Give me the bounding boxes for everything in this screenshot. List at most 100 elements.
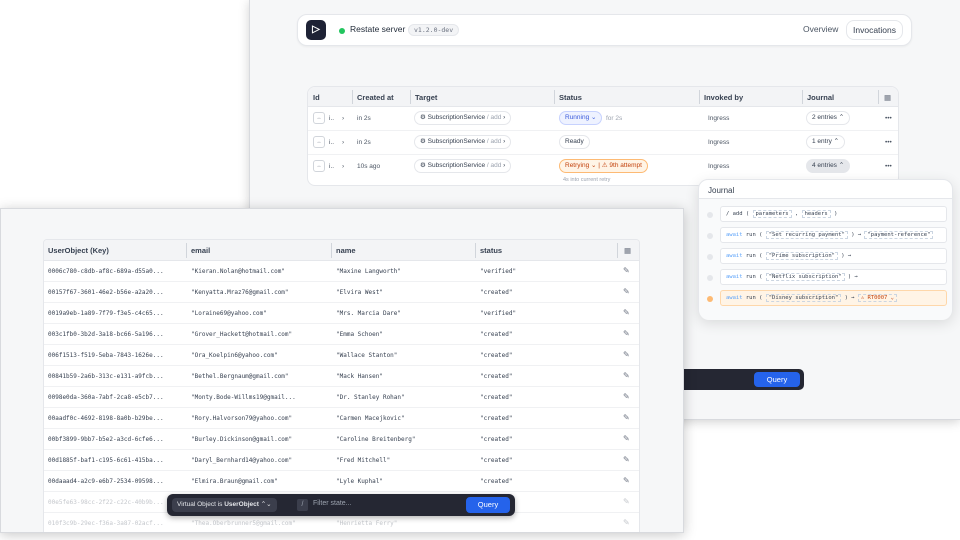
edit-icon[interactable]: ✎ [623,392,630,401]
table-row[interactable]: 0006c780-c8db-af8c-689a-d55a0... "Kieran.… [44,261,639,282]
cell-email: "Bethel.Bergnaum@gmail.com" [191,373,289,380]
more-icon[interactable]: ••• [885,163,892,170]
table-row[interactable]: 003c1fb0-3b2d-3a18-bc66-5a196... "Grover_… [44,324,639,345]
state-window: UserObject (Key) email name status ▦ 000… [0,208,684,533]
col-name[interactable]: name [336,246,356,255]
warning-icon: ⚠ [601,162,608,169]
expand-icon[interactable]: ↔ [313,112,325,124]
cell-key: 00841b59-2a6b-313c-e131-a9fcb... [48,373,164,380]
cell-email: "Kieran.Nolan@hotmail.com" [191,268,285,275]
filter-input[interactable]: Filter state... [313,500,352,507]
target-pill[interactable]: ⚙ SubscriptionService / add › [414,111,512,125]
created-at: 10s ago [357,163,381,170]
query-button[interactable]: Query [466,497,510,513]
edit-icon[interactable]: ✎ [623,266,630,275]
invocation-id[interactable]: i.. [329,139,334,146]
cell-status: "verified" [480,268,517,275]
col-status[interactable]: status [480,246,502,255]
col-email[interactable]: email [191,246,210,255]
target-pill[interactable]: ⚙ SubscriptionService / add › [414,135,512,149]
table-row[interactable]: 00d1885f-baf1-c195-6c61-415ba... "Daryl_B… [44,450,639,471]
col-status[interactable]: Status [559,93,582,102]
journal-entry-run[interactable]: await run ( "Netflix subscription" ) → [720,269,947,285]
table-row[interactable]: 0019a9eb-1a89-7f79-f3e5-c4c65... "Loraine… [44,303,639,324]
object-selector[interactable]: Virtual Object is UserObject ⌃⌄ [172,498,277,512]
invocation-row[interactable]: ↔ i.. › in 2s ⚙ SubscriptionService / ad… [308,107,898,131]
cell-name: "Maxine Langworth" [336,268,402,275]
table-row[interactable]: 006f1513-f519-5eba-7843-1626e... "Ora_Koe… [44,345,639,366]
edit-icon[interactable]: ✎ [623,413,630,422]
col-invoked-by[interactable]: Invoked by [704,93,743,102]
journal-entry-run[interactable]: await run ( "Prime subscription" ) → [720,248,947,264]
invocation-row[interactable]: ↔ i.. › in 2s ⚙ SubscriptionService / ad… [308,131,898,155]
invocation-id[interactable]: i.. [329,115,334,122]
edit-icon[interactable]: ✎ [623,497,630,506]
chevron-right-icon[interactable]: › [342,163,344,170]
edit-icon[interactable]: ✎ [623,476,630,485]
invocations-table-header: Id Created at Target Status Invoked by J… [308,87,898,107]
journal-pill[interactable]: 4 entries ⌃ [806,159,851,173]
nav-invocations[interactable]: Invocations [846,20,903,40]
cell-key: 00d1885f-baf1-c195-6c61-415ba... [48,457,164,464]
journal-dot [707,275,713,281]
stage: ▷ Restate server v1.2.0-dev Overview Inv… [0,0,960,540]
table-row[interactable]: 00bf3899-9bb7-b5e2-a3cd-6cfe6... "Burley.… [44,429,639,450]
col-journal[interactable]: Journal [807,93,834,102]
edit-icon[interactable]: ✎ [623,329,630,338]
cell-email: "Monty.Bode-Willms19@gmail... [191,394,296,401]
cell-status: "created" [480,373,513,380]
journal-entry-run[interactable]: await run ( "Set recurring payment" ) → … [720,227,947,243]
service-icon: ⚙ [420,138,428,145]
columns-icon[interactable]: ▦ [884,93,891,102]
edit-icon[interactable]: ✎ [623,350,630,359]
expand-icon[interactable]: ↔ [313,160,325,172]
invocation-id[interactable]: i.. [329,163,334,170]
edit-icon[interactable]: ✎ [623,308,630,317]
restate-logo-icon[interactable]: ▷ [306,20,326,40]
columns-icon[interactable]: ▦ [624,246,631,255]
expand-icon[interactable]: ↔ [313,136,325,148]
edit-icon[interactable]: ✎ [623,287,630,296]
state-table-header: UserObject (Key) email name status ▦ [44,240,639,261]
state-table: UserObject (Key) email name status ▦ 000… [43,239,640,532]
edit-icon[interactable]: ✎ [623,518,630,527]
cell-status: "created" [480,457,513,464]
cell-key: 006f1513-f519-5eba-7843-1626e... [48,352,164,359]
cell-email: "Daryl_Bernhard14@yahoo.com" [191,457,293,464]
invoked-by: Ingress [708,139,730,146]
target-pill[interactable]: ⚙ SubscriptionService / add › [414,159,512,173]
cell-email: "Thea.Oberbrunner5@gmail.com" [191,520,296,527]
cell-email: "Rory.Halvorson79@yahoo.com" [191,415,293,422]
more-icon[interactable]: ••• [885,139,892,146]
table-row[interactable]: 0098e0da-360a-7abf-2ca8-e5cb7... "Monty.B… [44,387,639,408]
more-icon[interactable]: ••• [885,115,892,122]
col-key[interactable]: UserObject (Key) [48,246,109,255]
journal-entry-run-error[interactable]: await run ( "Disney subscription" ) → ⚠ … [720,290,947,306]
cell-email: "Burley.Dickinson@gmail.com" [191,436,293,443]
col-created-at[interactable]: Created at [357,93,394,102]
cell-status: "created" [480,478,513,485]
journal-pill[interactable]: 1 entry ⌃ [806,135,846,149]
nav-overview[interactable]: Overview [803,24,838,34]
edit-icon[interactable]: ✎ [623,455,630,464]
chevron-right-icon[interactable]: › [342,115,344,122]
cell-status: "created" [480,289,513,296]
cell-status: "created" [480,436,513,443]
table-row[interactable]: 00841b59-2a6b-313c-e131-a9fcb... "Bethel.… [44,366,639,387]
col-target[interactable]: Target [415,93,437,102]
edit-icon[interactable]: ✎ [623,434,630,443]
query-button-back[interactable]: Query [754,372,800,387]
journal-pill[interactable]: 2 entries ⌃ [806,111,851,125]
journal-entry-input[interactable]: / add ( parameters , headers ) [720,206,947,222]
status-badge: Ready [559,135,590,149]
table-row[interactable]: 00aadf0c-4692-8198-8a0b-b29be... "Rory.Ha… [44,408,639,429]
table-row[interactable]: 00157f67-3601-46e2-b56e-a2a20... "Kenyatt… [44,282,639,303]
invoked-by: Ingress [708,163,730,170]
col-id[interactable]: Id [313,93,320,102]
chevron-right-icon[interactable]: › [342,139,344,146]
table-row[interactable]: 00daaad4-a2c9-e6b7-2534-09598... "Elmira.… [44,471,639,492]
cell-key: 0006c780-c8db-af8c-689a-d55a0... [48,268,164,275]
cell-email: "Loraine69@yahoo.com" [191,310,267,317]
table-row[interactable]: 010f3c9b-29ec-f36a-3a87-02acf... "Thea.Ob… [44,513,639,532]
edit-icon[interactable]: ✎ [623,371,630,380]
